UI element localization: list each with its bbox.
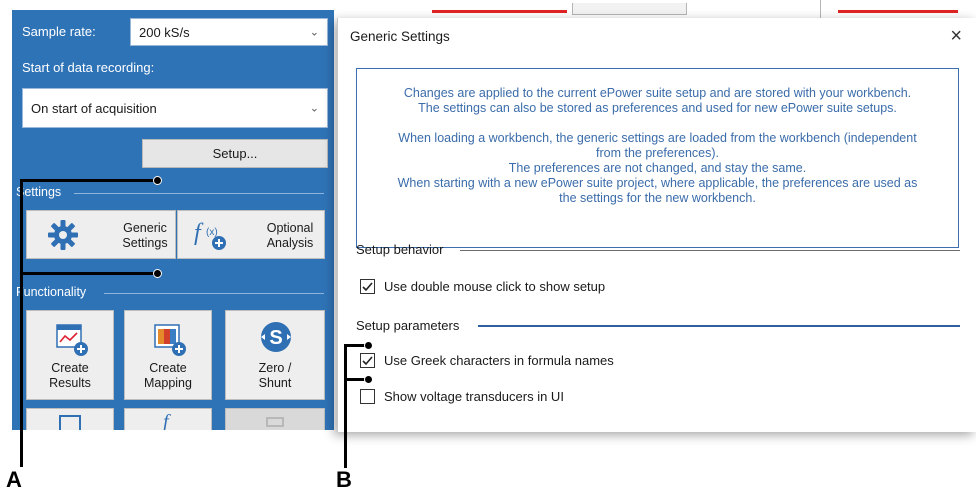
partial-tile-icon [59,415,81,430]
voltage-checkbox-row[interactable]: Show voltage transducers in UI [360,389,564,404]
results-chart-icon [55,323,89,360]
sample-rate-label: Sample rate: [22,24,96,39]
info-line: The preferences are not changed, and sta… [508,161,807,175]
voltage-checkbox[interactable] [360,389,375,404]
start-recording-value: On start of acquisition [31,100,157,116]
create-results-label-2: Results [49,376,91,390]
sample-rate-select[interactable]: 200 kS/s ⌄ [130,18,328,46]
partial-tile-2[interactable]: f [124,408,212,430]
create-mapping-label-1: Create [149,361,187,375]
annotation-a-vertical [20,179,23,467]
info-line: The settings can also be stored as prefe… [418,101,897,115]
generic-settings-dialog: Generic Settings × Changes are applied t… [337,18,976,432]
formula-glyph: f [194,220,201,246]
annotation-a-dot-top [153,176,162,185]
annotation-a-branch-bottom [20,272,158,275]
optional-analysis-label-1: Optional [266,221,314,235]
greek-checkbox-row[interactable]: Use Greek characters in formula names [360,353,614,368]
setup-parameters-line [478,325,960,327]
optional-analysis-label-2: Analysis [266,236,314,250]
info-line: When starting with a new ePower suite pr… [397,176,918,190]
info-box: Changes are applied to the current ePowe… [356,68,959,248]
annotation-a-dot-bottom [153,269,162,278]
chevron-down-icon: ⌄ [309,102,319,115]
annotation-b-vertical [344,344,347,468]
top-strip-accent-1 [432,10,567,13]
info-line: When loading a workbench, the generic se… [398,131,917,145]
functionality-section-line [104,293,324,294]
greek-label: Use Greek characters in formula names [384,353,614,368]
top-strip-accent-2 [838,10,958,13]
annotation-b-dot-top [364,341,373,350]
partial-tile-1[interactable] [26,408,114,430]
setup-button[interactable]: Setup... [142,139,328,168]
generic-settings-button[interactable]: Generic Settings [26,210,176,259]
annotation-label-b: B [336,467,352,492]
top-strip-divider [820,0,821,18]
annotation-label-a: A [6,467,22,492]
instrument-side-panel: Sample rate: 200 kS/s ⌄ Start of data re… [12,10,334,430]
top-strip-tab [572,3,687,15]
annotation-b-dot-bottom [364,375,373,384]
zero-shunt-label-2: Shunt [258,376,292,390]
generic-settings-label-1: Generic [123,221,167,235]
voltage-label: Show voltage transducers in UI [384,389,564,404]
info-line: the settings for the new workbench. [559,191,756,205]
generic-settings-label-2: Settings [122,236,168,250]
close-icon[interactable]: × [950,25,962,48]
double-click-checkbox[interactable] [360,279,375,294]
partial-disabled-icon [266,417,284,427]
partial-tile-3 [225,408,325,430]
create-results-button[interactable]: Create Results [26,310,114,400]
double-click-checkbox-row[interactable]: Use double mouse click to show setup [360,279,605,294]
info-line: Changes are applied to the current ePowe… [403,86,912,100]
greek-checkbox[interactable] [360,353,375,368]
shunt-s-icon: S [260,321,292,356]
zero-shunt-label-1: Zero / [258,361,292,375]
formula-plus-icon: f (x) [194,220,234,252]
optional-analysis-button[interactable]: f (x) Optional Analysis [177,210,325,259]
setup-behavior-header: Setup behavior [356,242,444,257]
chevron-down-icon: ⌄ [309,26,319,39]
info-line: from the preferences). [596,146,719,160]
setup-behavior-line [460,250,960,251]
zero-shunt-button[interactable]: S Zero / Shunt [225,310,325,400]
setup-button-label: Setup... [212,146,258,161]
annotation-a-branch-top [20,179,158,182]
settings-section-line [74,193,324,194]
double-click-label: Use double mouse click to show setup [384,279,606,294]
gear-icon [47,219,79,254]
svg-text:S: S [269,327,282,349]
setup-parameters-header: Setup parameters [356,318,460,333]
functionality-section-header: Functionality [16,285,87,299]
info-line [357,116,958,131]
create-results-label-1: Create [51,361,89,375]
start-recording-label: Start of data recording: [22,60,155,75]
mapping-map-icon [153,323,187,360]
create-mapping-label-2: Mapping [144,376,192,390]
dialog-titlebar[interactable]: Generic Settings × [338,18,976,54]
create-mapping-button[interactable]: Create Mapping [124,310,212,400]
dialog-title: Generic Settings [350,29,450,44]
start-recording-select[interactable]: On start of acquisition ⌄ [22,88,328,128]
sample-rate-value: 200 kS/s [139,24,190,40]
partial-formula-icon: f [163,411,169,430]
